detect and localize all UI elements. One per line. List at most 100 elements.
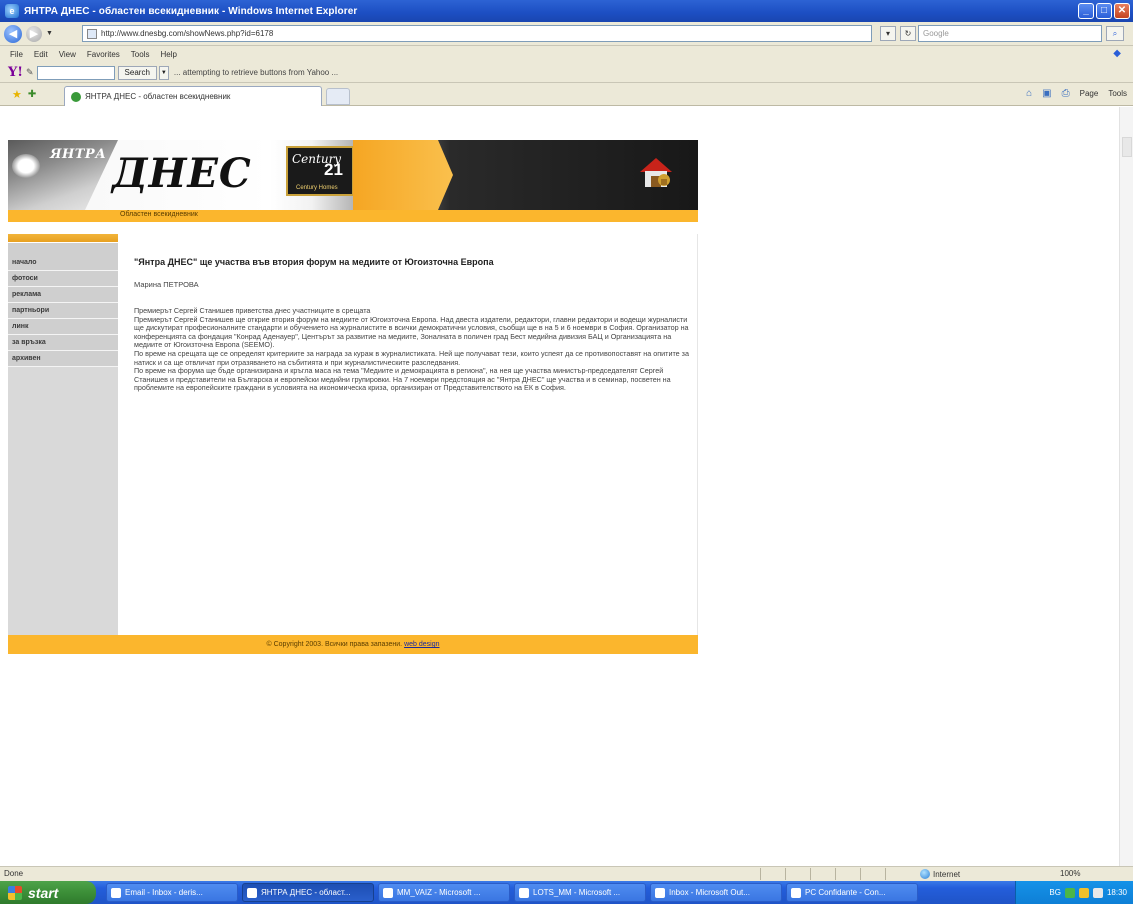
taskbar-item-label: Inbox - Microsoft Out... <box>669 888 750 897</box>
tab-page-icon <box>71 91 81 102</box>
nav-item-advertising[interactable]: реклама <box>8 287 118 303</box>
page-menu[interactable]: Page <box>1080 89 1099 98</box>
taskbar-item-label: ЯНТРА ДНЕС - област... <box>261 888 351 897</box>
menu-edit[interactable]: Edit <box>34 50 48 59</box>
ie-icon <box>247 887 257 898</box>
menu-view[interactable]: View <box>59 50 76 59</box>
search-input[interactable]: Google <box>918 25 1102 42</box>
nav-item-partners[interactable]: партньори <box>8 303 118 319</box>
close-button[interactable]: ✕ <box>1114 3 1130 19</box>
taskbar-item[interactable]: PC Confidante - Con... <box>786 883 918 902</box>
start-button[interactable]: start <box>0 881 96 904</box>
yahoo-dropdown-icon[interactable]: ▼ <box>158 65 169 80</box>
zoom-level[interactable]: 100% <box>1060 869 1080 878</box>
article-author: Марина ПЕТРОВА <box>134 280 199 289</box>
brand-small-text: ЯНТРА <box>50 147 107 162</box>
home-icon[interactable]: ⌂ <box>1026 88 1032 99</box>
taskbar-item[interactable]: Email - Inbox - deris... <box>106 883 238 902</box>
back-button[interactable]: ◀ <box>4 24 22 43</box>
site-body: начало фотоси реклама партньори линк за … <box>8 234 698 635</box>
site-subtitle: Областен всекидневник <box>120 211 198 218</box>
vertical-scrollbar[interactable] <box>1119 107 1133 866</box>
url-dropdown-icon[interactable]: ▾ <box>880 26 896 41</box>
email-icon <box>111 887 121 898</box>
taskbar-item-active[interactable]: ЯНТРА ДНЕС - област... <box>242 883 374 902</box>
print-icon[interactable]: ⎙ <box>1062 88 1070 99</box>
nav-item-archive[interactable]: архивен <box>8 351 118 367</box>
nav-item-links[interactable]: линк <box>8 319 118 335</box>
favorites-star-icon[interactable]: ★ <box>12 88 22 101</box>
security-zone[interactable]: Internet <box>920 869 960 879</box>
menu-help[interactable]: Help <box>160 50 176 59</box>
century21-ad[interactable]: Century 21 Century Homes <box>286 146 354 196</box>
century21-number: 21 <box>324 160 343 179</box>
taskbar: start Email - Inbox - deris... ЯНТРА ДНЕ… <box>0 881 1133 904</box>
url-field[interactable]: http://www.dnesbg.com/showNews.php?id=61… <box>82 25 872 42</box>
taskbar-item-label: MM_VAIZ - Microsoft ... <box>397 888 481 897</box>
yahoo-search-input[interactable] <box>36 65 115 80</box>
article-body: Премиерът Сергей Станишев приветства дне… <box>134 306 694 393</box>
tools-menu[interactable]: Tools <box>1108 89 1127 98</box>
word-icon <box>383 887 393 898</box>
site-sidebar: начало фотоси реклама партньори линк за … <box>8 234 118 635</box>
feeds-icon[interactable]: ▣ <box>1042 88 1051 99</box>
maximize-button[interactable]: □ <box>1096 3 1112 19</box>
system-tray: BG 18:30 <box>1015 881 1133 904</box>
menu-tools[interactable]: Tools <box>131 50 150 59</box>
brand-logo-text[interactable]: ДНЕС <box>112 150 252 197</box>
ie-app-icon: e <box>5 4 19 18</box>
refresh-icon[interactable]: ↻ <box>900 26 916 41</box>
taskbar-item[interactable]: Inbox - Microsoft Out... <box>650 883 782 902</box>
word-icon <box>519 887 529 898</box>
address-toolbar: ◀ ▶ ▼ http://www.dnesbg.com/showNews.php… <box>0 22 1133 46</box>
yahoo-logo[interactable]: Y! <box>8 65 23 80</box>
language-indicator[interactable]: BG <box>1049 888 1061 897</box>
nav-item-photos[interactable]: фотоси <box>8 271 118 287</box>
clock: 18:30 <box>1106 888 1127 897</box>
tray-volume-icon[interactable] <box>1092 887 1103 898</box>
tray-app-icon[interactable] <box>1078 887 1089 898</box>
status-text: Done <box>4 869 24 878</box>
minimize-button[interactable]: _ <box>1078 3 1094 19</box>
subtitle-band: Областен всекидневник <box>8 210 698 222</box>
taskbar-item[interactable]: MM_VAIZ - Microsoft ... <box>378 883 510 902</box>
page-favicon-icon <box>87 28 97 39</box>
site-container: ЯНТРА ДНЕС Century 21 Century Homes Обла… <box>8 140 698 654</box>
coffee-cup-icon <box>12 154 40 178</box>
page-viewport: ЯНТРА ДНЕС Century 21 Century Homes Обла… <box>0 107 1133 866</box>
yahoo-search-button[interactable]: Search <box>117 65 157 80</box>
tab-active[interactable]: ЯНТРА ДНЕС - областен всекидневник <box>64 86 322 106</box>
title-bar: e ЯНТРА ДНЕС - областен всекидневник - W… <box>0 0 1133 22</box>
scrollbar-thumb[interactable] <box>1122 137 1132 157</box>
new-tab-button[interactable] <box>326 88 350 105</box>
article-paragraph: Премиерът Сергей Станишев ще открие втор… <box>134 314 689 350</box>
menu-favorites[interactable]: Favorites <box>87 50 120 59</box>
forward-button[interactable]: ▶ <box>26 25 42 42</box>
windows-flag-icon <box>8 885 22 900</box>
article-paragraph: По време на срещата ще се определят крит… <box>134 348 689 367</box>
search-go-icon[interactable]: ⌕ <box>1106 26 1124 41</box>
internet-globe-icon <box>920 869 930 879</box>
banner-orange-arrow <box>353 140 453 210</box>
article-content: "Янтра ДНЕС" ще участва във втория форум… <box>118 234 698 635</box>
history-dropdown-icon[interactable]: ▼ <box>46 30 53 37</box>
sidebar-top-bar <box>8 234 118 243</box>
zone-label: Internet <box>933 869 961 879</box>
century21-sub: Century Homes <box>296 185 338 191</box>
taskbar-item[interactable]: LOTS_MM - Microsoft ... <box>514 883 646 902</box>
pencil-icon[interactable]: ✎ <box>26 67 34 78</box>
nav-item-contact[interactable]: за връзка <box>8 335 118 351</box>
site-footer: © Copyright 2003. Всички права запазени.… <box>8 635 698 654</box>
add-favorite-icon[interactable]: ✚ <box>28 89 36 100</box>
web-design-link[interactable]: web design <box>404 641 439 648</box>
yahoo-toolbar: Y! ✎ Search ▼ ... attempting to retrieve… <box>0 63 1133 83</box>
article-title: "Янтра ДНЕС" ще участва във втория форум… <box>134 257 494 267</box>
menu-bar: File Edit View Favorites Tools Help ◆ <box>0 46 1133 63</box>
site-banner: ЯНТРА ДНЕС Century 21 Century Homes <box>8 140 698 210</box>
menu-file[interactable]: File <box>10 50 23 59</box>
nav-item-home[interactable]: начало <box>8 255 118 271</box>
house-lock-icon <box>640 158 672 187</box>
url-text: http://www.dnesbg.com/showNews.php?id=61… <box>101 29 274 38</box>
outlook-icon <box>655 887 665 898</box>
tray-network-icon[interactable] <box>1064 887 1075 898</box>
